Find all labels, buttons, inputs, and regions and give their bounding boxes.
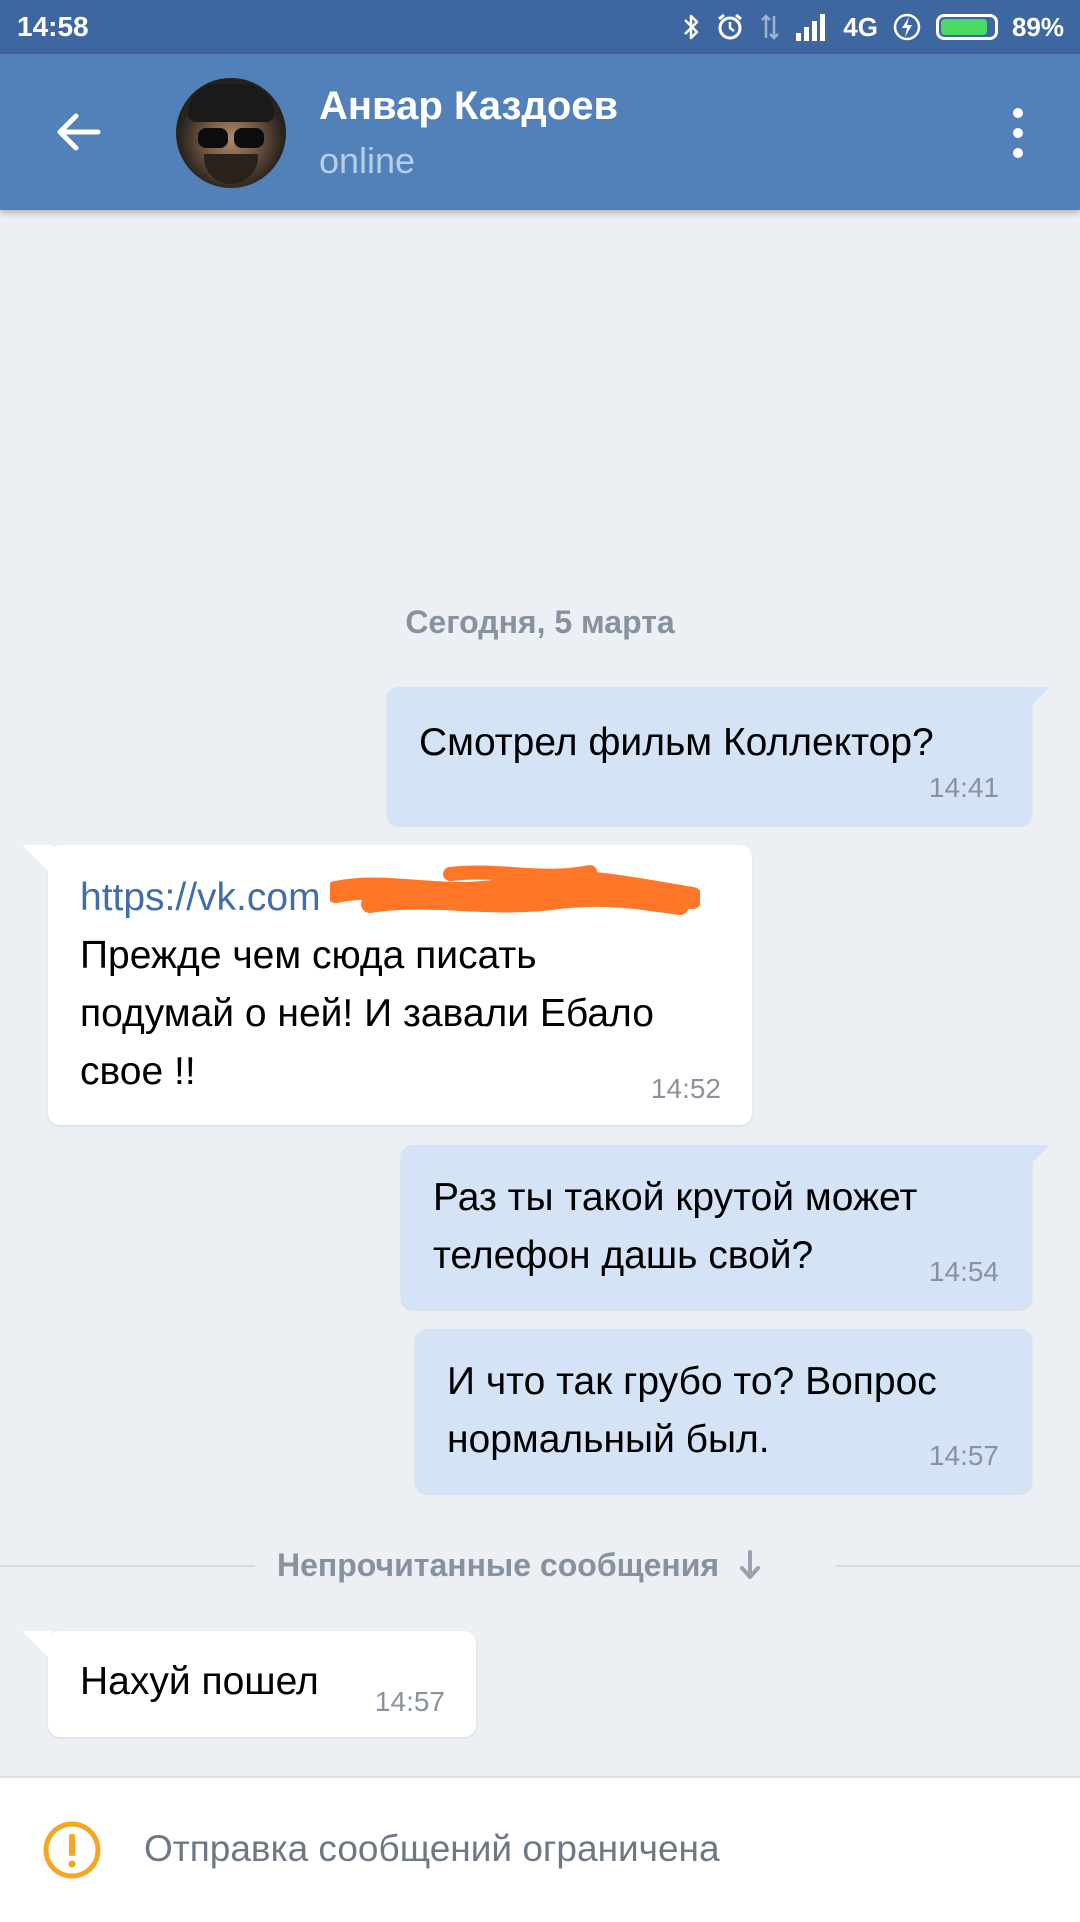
message-text: подумай о ней! И завали Ебало [80, 992, 654, 1035]
messaging-restricted-notice: Отправка сообщений ограничена [144, 1828, 720, 1869]
more-vertical-icon[interactable] [1003, 106, 1033, 160]
message-bubble-outgoing[interactable]: Смотрел фильм Коллектор? 14:41 [387, 687, 1050, 825]
chat-header: Анвар Каздоев online [0, 54, 1080, 210]
unread-separator: Непрочитанные сообщения [277, 1547, 761, 1584]
arrow-left-icon[interactable] [52, 106, 104, 158]
battery-percent: 89% [1011, 11, 1064, 42]
divider [836, 1565, 1080, 1567]
bottom-bar: Отправка сообщений ограничена [0, 1776, 1080, 1922]
message-text: Смотрел фильм Коллектор? [419, 721, 934, 764]
message-time: 14:41 [928, 772, 999, 803]
divider [0, 1565, 255, 1567]
message-text: Раз ты такой крутой может [433, 1176, 918, 1219]
status-icons: 4G 89% [681, 10, 1064, 44]
message-text: свое !! [80, 1050, 196, 1093]
arrow-down-icon [740, 1549, 761, 1579]
message-time: 14:57 [374, 1686, 445, 1717]
data-arrows-icon [761, 14, 780, 40]
warning-icon [43, 1821, 101, 1879]
avatar[interactable] [176, 78, 286, 188]
message-time: 14:57 [928, 1440, 999, 1471]
redaction-scribble [330, 865, 700, 915]
bubble-tail [22, 1631, 52, 1661]
bubble-tail [1020, 1145, 1050, 1175]
status-time: 14:58 [17, 11, 89, 42]
unread-label: Непрочитанные сообщения [277, 1547, 720, 1583]
message-text: Прежде чем сюда писать [80, 934, 537, 977]
bluetooth-icon [684, 14, 699, 40]
message-text: И что так грубо то? Вопрос [447, 1360, 937, 1403]
charging-icon [893, 13, 921, 41]
status-bar: 14:58 4G 89% [0, 0, 1080, 54]
message-text: Нахуй пошел [80, 1660, 319, 1703]
message-text: нормальный был. [447, 1418, 770, 1461]
network-type: 4G [843, 11, 878, 42]
contact-status: online [319, 140, 416, 181]
message-time: 14:54 [928, 1256, 999, 1287]
signal-icon [796, 14, 826, 41]
message-time: 14:52 [650, 1073, 721, 1104]
bubble-tail [1020, 687, 1050, 717]
message-text: телефон дашь свой? [433, 1234, 814, 1277]
date-separator: Сегодня, 5 марта [405, 604, 675, 640]
message-bubble-outgoing[interactable]: И что так грубо то? Вопрос нормальный бы… [415, 1329, 1032, 1493]
contact-name[interactable]: Анвар Каздоев [319, 84, 618, 129]
bubble-tail [22, 845, 52, 875]
message-bubble-outgoing[interactable]: Раз ты такой крутой может телефон дашь с… [401, 1145, 1050, 1309]
message-link[interactable]: https://vk.com [80, 869, 321, 927]
battery-icon [935, 14, 998, 40]
alarm-icon [718, 13, 743, 40]
message-bubble-incoming[interactable]: Нахуй пошел 14:57 [22, 1631, 476, 1737]
